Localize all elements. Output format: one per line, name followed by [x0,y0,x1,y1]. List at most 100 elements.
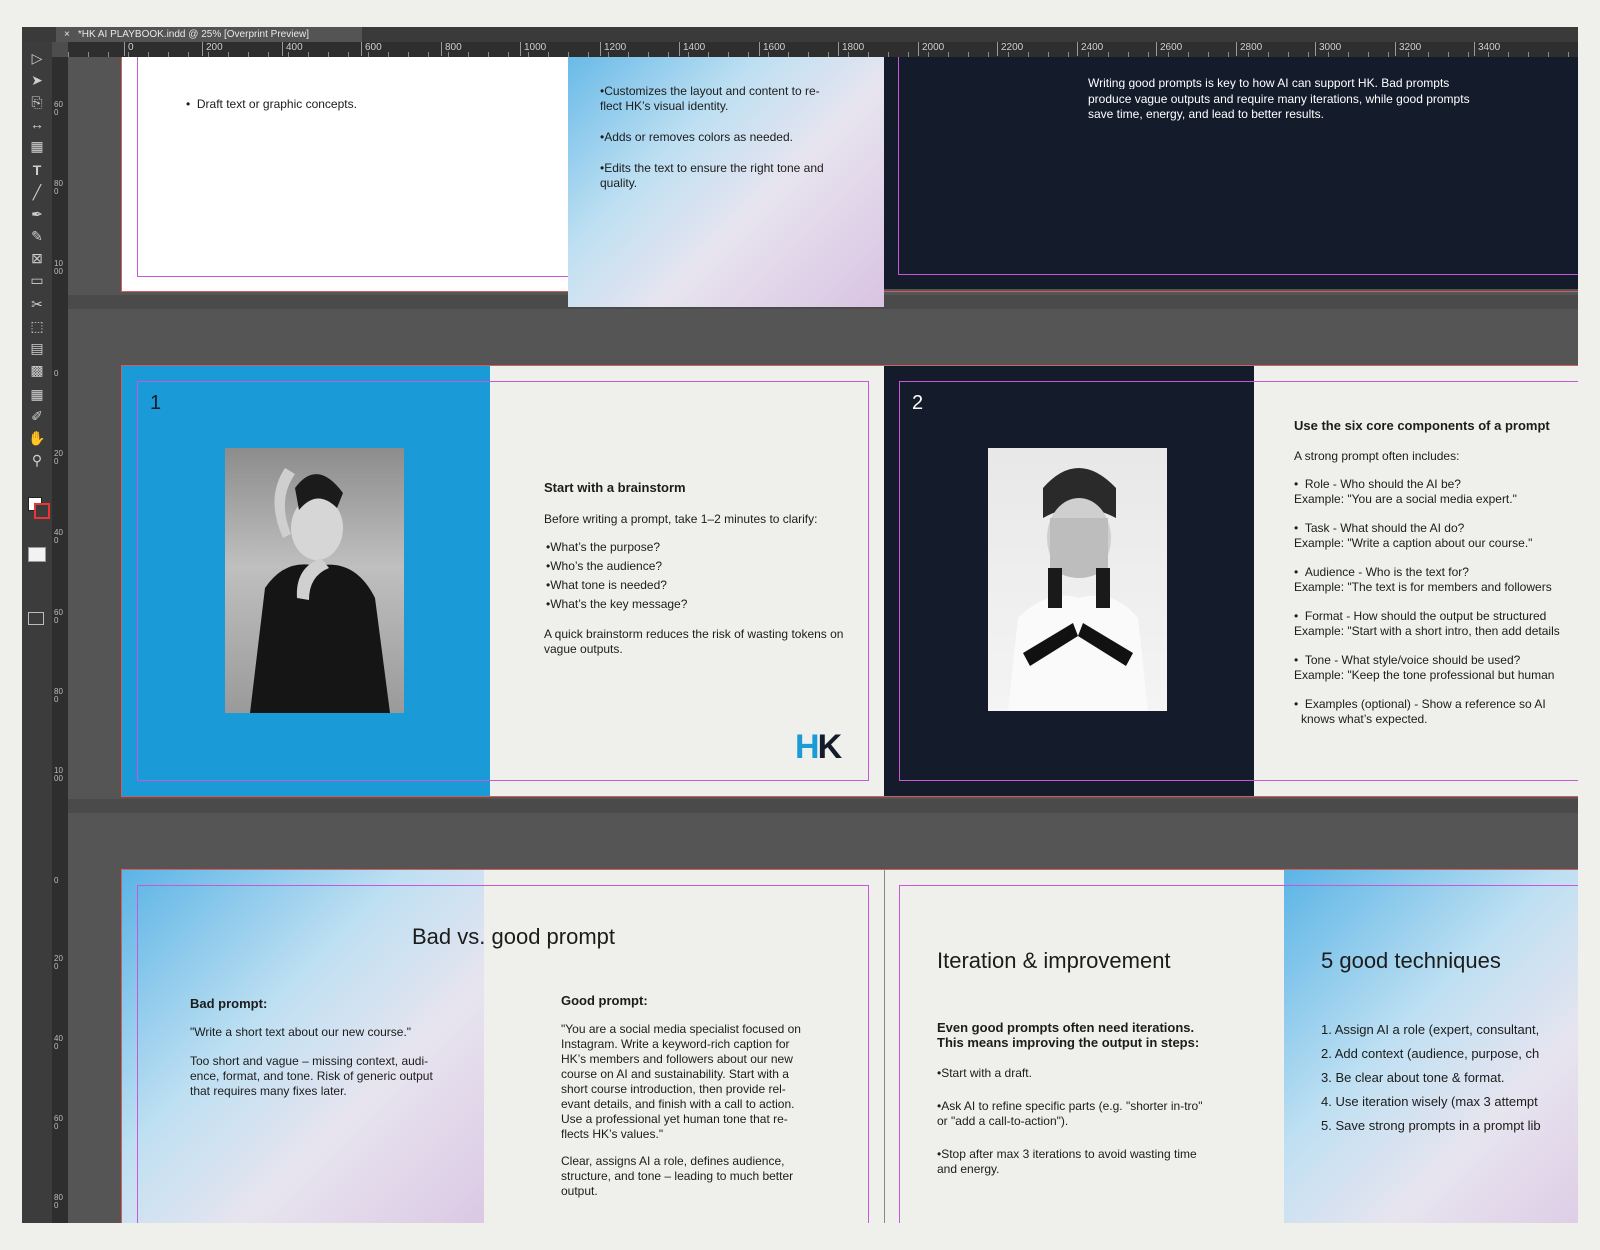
indesign-window: × *HK AI PLAYBOOK.indd @ 25% [Overprint P… [22,27,1578,1223]
margin-guide [137,57,568,277]
ruler-tick: 600 [54,100,63,117]
ruler-tick: 3000 [1315,42,1341,56]
ruler-tick: 0 [124,42,134,56]
ruler-tick: 0 [54,369,59,378]
ruler-tick: 800 [54,687,63,704]
good-prompt-quote: "You are a social media specialist focus… [561,1022,801,1141]
bullet-text: •Edits the text to ensure the right tone… [600,161,824,190]
ruler-tick: 2400 [1077,42,1103,56]
eyedropper-tool-icon[interactable]: ✐ [26,406,48,426]
document-title: *HK AI PLAYBOOK.indd @ 25% [Overprint Pr… [77,29,310,40]
screen-mode-icon[interactable] [28,612,44,625]
ruler-tick: 1800 [838,42,864,56]
page-dark[interactable]: Writing good prompts is key to how AI ca… [884,57,1578,289]
ruler-tick: 2000 [918,42,944,56]
bullet-text: •Ask AI to refine specific parts (e.g. "… [937,1099,1203,1128]
page-navy[interactable]: 2 [884,366,1254,796]
rectangle-tool-icon[interactable]: ▭ [26,270,48,290]
section-intro: Even good prompts often need iterations.… [937,1020,1200,1050]
line-tool-icon[interactable]: ╱ [26,182,48,202]
document-tab-bar: × *HK AI PLAYBOOK.indd @ 25% [Overprint P… [22,27,1578,42]
page-iteration[interactable]: Iteration & improvement Even good prompt… [884,870,1285,1223]
hk-logo: HK [795,728,842,766]
body-text: A strong prompt often includes: [1294,449,1460,463]
note-tool-icon[interactable]: ▦ [26,384,48,404]
list-item: • Examples (optional) - Show a reference… [1294,697,1546,726]
page-components[interactable]: Use the six core components of a prompt … [1254,366,1578,796]
selection-tool-icon[interactable]: ▷ [26,48,48,68]
document-tab[interactable]: × *HK AI PLAYBOOK.indd @ 25% [Overprint P… [56,27,362,42]
page-brainstorm[interactable]: Start with a brainstorm Before writing a… [490,366,884,796]
good-prompt-label: Good prompt: [561,993,648,1008]
free-transform-tool-icon[interactable]: ⬚ [26,316,48,336]
list-item: 4. Use iteration wisely (max 3 attempt [1321,1094,1538,1109]
pasteboard[interactable]: • Draft text or graphic concepts. •Custo… [68,57,1578,1223]
section-heading: Use the six core components of a prompt [1294,418,1550,433]
bullet-text: •Adds or removes colors as needed. [600,130,793,144]
page-number: 2 [912,392,924,414]
bullet-text: •What tone is needed? [546,578,667,592]
section-title: Iteration & improvement [937,948,1171,973]
ruler-tick: 200 [54,449,63,466]
gradient-swatch-tool-icon[interactable]: ▤ [26,338,48,358]
page-title: Bad vs. good prompt [412,924,616,949]
zoom-tool-icon[interactable]: ⚲ [26,450,48,470]
ruler-tick: 3400 [1474,42,1500,56]
good-prompt-comment: Clear, assigns AI a role, defines audien… [561,1154,794,1198]
bad-prompt-comment: Too short and vague – missing context, a… [190,1054,433,1098]
ruler-tick: 1000 [520,42,546,56]
page-gradient-left[interactable] [122,870,484,1223]
type-tool-icon[interactable]: T [26,160,48,180]
scissors-tool-icon[interactable]: ✂ [26,294,48,314]
rectangle-frame-tool-icon[interactable]: ⊠ [26,248,48,268]
list-item: • Role - Who should the AI be? Example: "… [1294,477,1517,506]
ruler-tick: 200 [202,42,223,56]
body-text: produce vague outputs and require many i… [1088,92,1470,121]
spread-2[interactable]: 1 Start with a brainstorm Before writing… [121,365,1578,797]
body-text: A quick brainstorm reduces the risk of w… [544,627,844,656]
ruler-tick: 600 [54,1114,63,1131]
ruler-tick: 1600 [759,42,785,56]
list-item: • Audience - Who is the text for? Example… [1294,565,1552,594]
bad-prompt-label: Bad prompt: [190,996,268,1011]
gradient-feather-tool-icon[interactable]: ▩ [26,360,48,380]
ruler-tick: 3200 [1395,42,1421,56]
ruler-tick: 2600 [1156,42,1182,56]
pen-tool-icon[interactable]: ✒ [26,204,48,224]
ruler-tick: 1000 [54,259,63,276]
bullet-text: •What’s the purpose? [546,540,661,554]
spread-3[interactable]: Bad vs. good prompt Bad prompt: "Write a… [121,869,1578,1223]
portrait-photo-1[interactable] [225,448,404,713]
bullet-text: • Draft text or graphic concepts. [186,97,357,111]
bullet-list: •What’s the purpose? •Who’s the audience… [546,540,846,616]
gap-tool-icon[interactable]: ↔ [26,114,48,134]
list-item: • Format - How should the output be stru… [1294,609,1560,638]
page-techniques[interactable]: 5 good techniques 1. Assign AI a role (e… [1284,870,1578,1223]
ruler-tick: 200 [54,954,63,971]
bullet-text: •Who’s the audience? [546,559,663,573]
pencil-tool-icon[interactable]: ✎ [26,226,48,246]
component-list: • Role - Who should the AI be? Example: "… [1294,477,1578,727]
ruler-tick: 1200 [600,42,626,56]
normal-mode-icon[interactable] [28,547,46,562]
ruler-tick: 400 [54,528,63,545]
pasteboard-separator [68,799,1578,813]
vertical-ruler[interactable]: 600 800 1000 0 200 400 600 800 1000 0 20… [52,57,68,1223]
ruler-tick: 800 [54,1193,63,1210]
hand-tool-icon[interactable]: ✋ [26,428,48,448]
bullet-list: •Start with a draft. •Ask AI to refine s… [937,1066,1207,1177]
content-collector-icon[interactable]: ▦ [26,136,48,156]
page-gradient-panel[interactable]: •Customizes the layout and content to re… [568,57,884,307]
direct-selection-tool-icon[interactable]: ➤ [26,70,48,90]
technique-list: 1. Assign AI a role (expert, consultant,… [1321,1022,1578,1134]
section-title: 5 good techniques [1321,948,1501,973]
close-tab-icon[interactable]: × [64,29,70,40]
list-item: 3. Be clear about tone & format. [1321,1070,1505,1085]
horizontal-ruler[interactable]: 0 200 400 600 800 1000 1200 1400 1600 18… [68,42,1578,57]
page-blue[interactable]: 1 [122,366,490,796]
spread-1[interactable]: • Draft text or graphic concepts. •Custo… [121,57,1578,307]
portrait-photo-2[interactable] [988,448,1167,711]
page-left[interactable]: • Draft text or graphic concepts. [122,57,568,291]
page-tool-icon[interactable]: ⎘ [26,92,48,112]
stroke-swatch[interactable] [34,503,50,519]
